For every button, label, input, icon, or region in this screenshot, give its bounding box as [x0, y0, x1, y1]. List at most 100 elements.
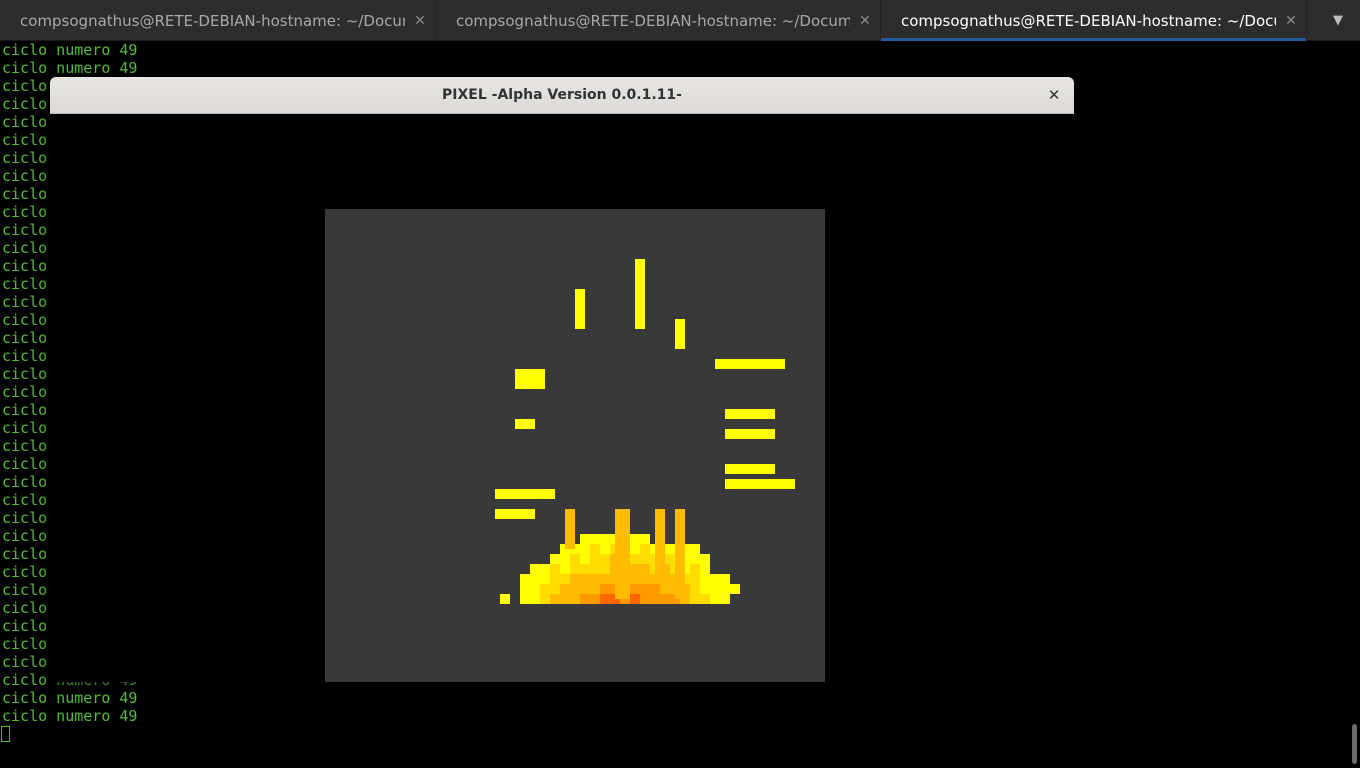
flame-spike	[715, 359, 785, 369]
flame-pixel	[590, 544, 600, 554]
flame-pixel	[690, 584, 700, 594]
flame-pixel	[580, 564, 590, 574]
flame-pixel	[630, 594, 640, 604]
flame-pixel	[580, 584, 590, 594]
flame-pixel	[690, 564, 700, 574]
pixel-canvas[interactable]	[325, 209, 825, 682]
terminal-line: ciclo numero 49	[2, 689, 138, 707]
flame-pixel	[590, 534, 600, 544]
scrollbar[interactable]	[1346, 41, 1360, 768]
flame-pixel	[690, 574, 700, 584]
flame-spike	[725, 409, 775, 419]
flame-pixel	[520, 594, 530, 604]
flame-pixel	[630, 534, 640, 544]
close-icon[interactable]: ✕	[1276, 13, 1306, 29]
flame-spike	[615, 509, 630, 599]
tab-terminal-2[interactable]: compsognathus@RETE-DEBIAN-hostname: ~/Do…	[436, 0, 881, 41]
flame-spike	[675, 509, 685, 599]
tab-bar: compsognathus@RETE-DEBIAN-hostname: ~/Do…	[0, 0, 1360, 41]
scrollbar-thumb[interactable]	[1352, 724, 1357, 764]
flame-pixel	[550, 554, 560, 564]
flame-pixel	[630, 564, 640, 574]
window-titlebar[interactable]: PIXEL -Alpha Version 0.0.1.11- ✕	[50, 77, 1074, 114]
flame-spike	[515, 369, 545, 389]
flame-pixel	[560, 584, 570, 594]
flame-pixel	[630, 554, 640, 564]
flame-pixel	[690, 554, 700, 564]
flame-pixel	[700, 554, 710, 564]
flame-pixel	[690, 594, 700, 604]
flame-spike	[635, 259, 645, 329]
terminal-line: ciclo numero 49	[2, 41, 138, 59]
flame-pixel	[540, 574, 550, 584]
flame-pixel	[530, 574, 540, 584]
flame-pixel	[640, 584, 650, 594]
flame-pixel	[570, 564, 580, 574]
flame-pixel	[640, 544, 650, 554]
close-icon[interactable]: ✕	[405, 13, 435, 29]
flame-pixel	[550, 594, 560, 604]
flame-pixel	[650, 594, 660, 604]
flame-pixel	[560, 554, 570, 564]
flame-pixel	[600, 574, 610, 584]
flame-pixel	[700, 564, 710, 574]
flame-pixel	[710, 594, 720, 604]
pixel-window: PIXEL -Alpha Version 0.0.1.11- ✕	[50, 77, 1074, 682]
flame-pixel	[520, 584, 530, 594]
flame-pixel	[710, 584, 720, 594]
flame-pixel	[720, 584, 730, 594]
flame-pixel	[600, 594, 610, 604]
flame-pixel	[580, 534, 590, 544]
flame-pixel	[590, 584, 600, 594]
tab-terminal-3[interactable]: compsognathus@RETE-DEBIAN-hostname: ~/Do…	[881, 0, 1307, 41]
flame-pixel	[600, 534, 610, 544]
flame-pixel	[560, 574, 570, 584]
terminal-cursor	[1, 726, 10, 742]
flame-spike	[495, 509, 535, 519]
flame-pixel	[640, 574, 650, 584]
flame-spike	[675, 319, 685, 349]
flame-pixel	[580, 544, 590, 554]
flame-pixel	[550, 574, 560, 584]
flame-pixel	[600, 584, 610, 594]
flame-pixel	[640, 564, 650, 574]
canvas-area	[50, 114, 1074, 682]
flame-pixel	[640, 554, 650, 564]
flame-pixel	[570, 574, 580, 584]
flame-spike	[565, 509, 575, 549]
chevron-down-icon[interactable]: ▼	[1316, 0, 1360, 41]
flame-pixel	[730, 584, 740, 594]
terminal-line: ciclo numero 49	[2, 707, 138, 725]
flame-spike	[515, 419, 535, 429]
flame-pixel	[520, 574, 530, 584]
flame-spike	[725, 464, 775, 474]
flame-pixel	[660, 584, 670, 594]
flame-pixel	[600, 564, 610, 574]
flame-pixel	[550, 564, 560, 574]
flame-pixel	[570, 554, 580, 564]
flame-pixel	[630, 544, 640, 554]
tab-label: compsognathus@RETE-DEBIAN-hostname: ~/Do…	[20, 11, 405, 30]
flame-spike	[655, 509, 665, 579]
flame-pixel	[630, 574, 640, 584]
close-icon[interactable]: ✕	[1044, 85, 1064, 105]
flame-spike	[725, 479, 795, 489]
tab-terminal-1[interactable]: compsognathus@RETE-DEBIAN-hostname: ~/Do…	[0, 0, 436, 41]
flame-spike	[575, 289, 585, 329]
flame-pixel	[590, 564, 600, 574]
flame-pixel	[590, 554, 600, 564]
flame-pixel	[600, 554, 610, 564]
tab-label: compsognathus@RETE-DEBIAN-hostname: ~/Do…	[456, 11, 850, 30]
tab-label: compsognathus@RETE-DEBIAN-hostname: ~/Do…	[901, 11, 1276, 30]
flame-pixel	[530, 594, 540, 604]
flame-pixel	[530, 564, 540, 574]
flame-spike	[725, 429, 775, 439]
flame-pixel	[660, 594, 670, 604]
terminal-line: ciclo numero 49	[2, 59, 138, 77]
flame-pixel	[580, 574, 590, 584]
flame-pixel	[720, 594, 730, 604]
flame-pixel	[700, 574, 710, 584]
flame-pixel	[570, 594, 580, 604]
flame-pixel	[530, 584, 540, 594]
close-icon[interactable]: ✕	[850, 13, 880, 29]
